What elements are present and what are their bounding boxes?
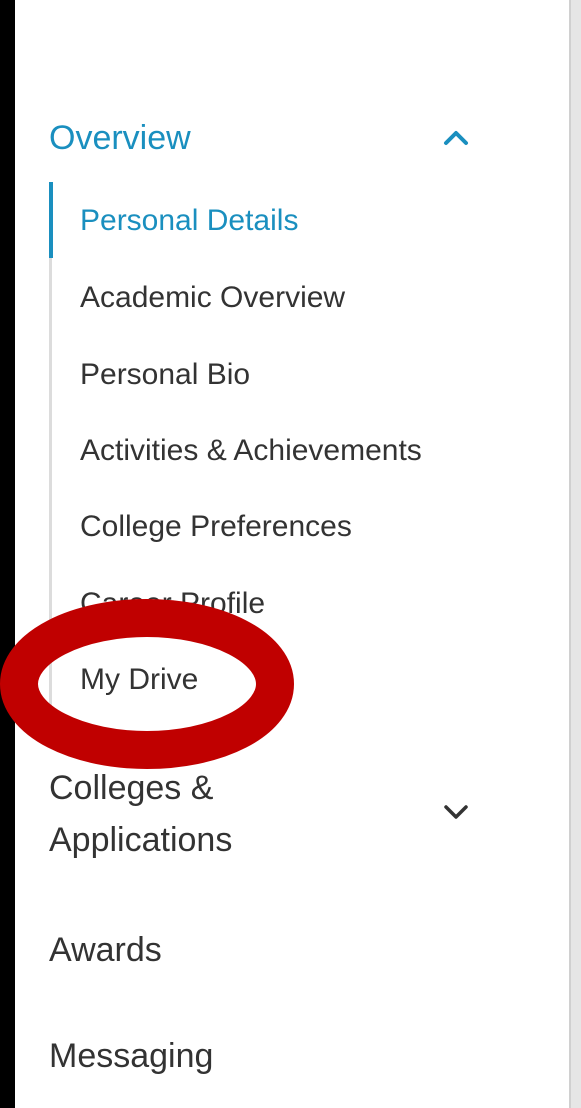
sub-item-career-profile[interactable]: Career Profile — [80, 584, 265, 624]
nav-section-label-line2: Applications — [49, 821, 233, 859]
nav-section-colleges-applications[interactable]: Colleges & Applications — [49, 762, 509, 866]
nav-section-messaging[interactable]: Messaging — [49, 1030, 509, 1082]
scrollbar-track[interactable] — [569, 0, 581, 1108]
screenshot-frame: Overview Personal Details Academic Overv… — [0, 0, 581, 1108]
sub-item-my-drive[interactable]: My Drive — [80, 660, 198, 700]
sub-item-personal-bio[interactable]: Personal Bio — [80, 355, 250, 395]
nav-section-label: Awards — [49, 931, 162, 969]
nav-section-label: Messaging — [49, 1037, 214, 1075]
chevron-up-icon[interactable] — [443, 125, 469, 151]
sub-item-activities-achievements[interactable]: Activities & Achievements — [80, 431, 422, 471]
sub-item-college-preferences[interactable]: College Preferences — [80, 507, 352, 547]
sub-item-personal-details[interactable]: Personal Details — [80, 201, 298, 241]
nav-section-overview[interactable]: Overview — [49, 112, 509, 164]
nav-section-label: Overview — [49, 119, 191, 157]
active-item-indicator — [49, 182, 53, 258]
sub-list-rail — [49, 182, 52, 719]
sub-item-academic-overview[interactable]: Academic Overview — [80, 278, 345, 318]
nav-section-label-line1: Colleges & — [49, 769, 214, 807]
overview-sub-list: Personal Details Academic Overview Perso… — [49, 182, 509, 719]
chevron-down-icon[interactable] — [443, 799, 469, 825]
nav-section-awards[interactable]: Awards — [49, 924, 509, 976]
